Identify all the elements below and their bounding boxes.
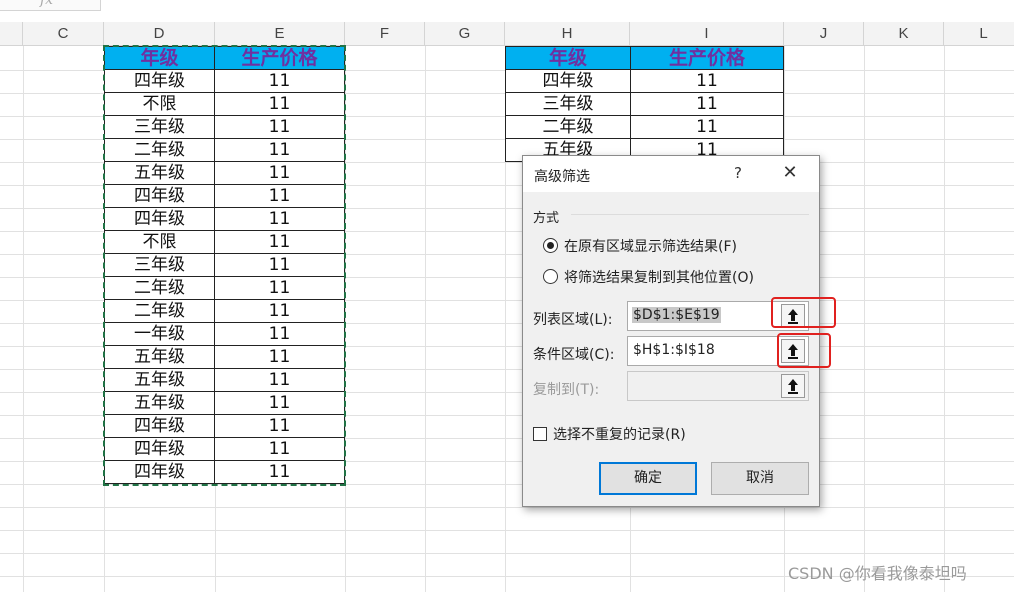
unique-records-label: 选择不重复的记录(R) <box>553 427 686 443</box>
list-price-cell[interactable]: 11 <box>214 368 345 392</box>
radio-unselected-icon[interactable] <box>543 269 558 284</box>
criteria-header-grade[interactable]: 年级 <box>505 46 631 70</box>
column-header-k[interactable]: K <box>864 22 944 46</box>
list-grade-cell[interactable]: 三年级 <box>104 115 215 139</box>
criteria-price-cell[interactable]: 11 <box>630 92 784 116</box>
list-grade-cell[interactable]: 五年级 <box>104 161 215 185</box>
list-price-cell[interactable]: 11 <box>214 460 345 484</box>
list-range-label: 列表区域(L): <box>533 312 613 328</box>
list-grade-cell[interactable]: 四年级 <box>104 437 215 461</box>
ok-button[interactable]: 确定 <box>599 462 697 495</box>
formula-bar: fx <box>0 0 1014 23</box>
option-copy-to-label: 将筛选结果复制到其他位置(O) <box>564 270 754 286</box>
copy-to-field[interactable] <box>627 371 809 401</box>
name-box[interactable]: fx <box>0 0 101 11</box>
list-price-cell[interactable]: 11 <box>214 184 345 208</box>
cancel-button[interactable]: 取消 <box>711 462 809 495</box>
list-price-cell[interactable]: 11 <box>214 345 345 369</box>
fx-icon[interactable]: fx <box>40 0 53 8</box>
list-price-cell[interactable]: 11 <box>214 69 345 93</box>
column-header-d[interactable]: D <box>104 22 215 46</box>
criteria-price-cell[interactable]: 11 <box>630 115 784 139</box>
advanced-filter-dialog: 高级筛选 ? ✕ 方式 在原有区域显示筛选结果(F) 将筛选结果复制到其他位置(… <box>522 155 820 507</box>
list-grade-cell[interactable]: 四年级 <box>104 207 215 231</box>
list-grade-cell[interactable]: 四年级 <box>104 69 215 93</box>
list-price-cell[interactable]: 11 <box>214 115 345 139</box>
option-filter-in-place-label: 在原有区域显示筛选结果(F) <box>564 239 737 255</box>
gridline-horizontal <box>0 553 1014 554</box>
list-price-cell[interactable]: 11 <box>214 437 345 461</box>
column-header-h[interactable]: H <box>505 22 630 46</box>
gridline-vertical <box>864 46 865 592</box>
list-price-cell[interactable]: 11 <box>214 299 345 323</box>
dialog-title-bar[interactable]: 高级筛选 ? ✕ <box>523 156 819 192</box>
list-price-cell[interactable]: 11 <box>214 322 345 346</box>
criteria-header-price[interactable]: 生产价格 <box>630 46 784 70</box>
group-divider <box>571 214 809 215</box>
criteria-grade-cell[interactable]: 二年级 <box>505 115 631 139</box>
column-header-blank <box>0 22 23 46</box>
list-grade-cell[interactable]: 五年级 <box>104 345 215 369</box>
option-filter-in-place[interactable]: 在原有区域显示筛选结果(F) <box>543 236 737 256</box>
list-grade-cell[interactable]: 二年级 <box>104 138 215 162</box>
gridline-vertical <box>944 46 945 592</box>
list-grade-cell[interactable]: 不限 <box>104 230 215 254</box>
column-header-i[interactable]: I <box>630 22 784 46</box>
column-header-f[interactable]: F <box>345 22 425 46</box>
list-grade-cell[interactable]: 四年级 <box>104 184 215 208</box>
list-price-cell[interactable]: 11 <box>214 138 345 162</box>
list-header-price[interactable]: 生产价格 <box>214 46 345 70</box>
gridline-vertical <box>425 46 426 592</box>
list-price-cell[interactable]: 11 <box>214 414 345 438</box>
criteria-range-value: $H$1:$I$18 <box>633 342 715 358</box>
list-grade-cell[interactable]: 四年级 <box>104 414 215 438</box>
list-price-cell[interactable]: 11 <box>214 391 345 415</box>
list-price-cell[interactable]: 11 <box>214 230 345 254</box>
list-grade-cell[interactable]: 四年级 <box>104 460 215 484</box>
list-price-cell[interactable]: 11 <box>214 161 345 185</box>
list-price-cell[interactable]: 11 <box>214 207 345 231</box>
highlight-box-criteria-range <box>777 333 831 368</box>
list-grade-cell[interactable]: 三年级 <box>104 253 215 277</box>
close-icon[interactable]: ✕ <box>779 162 801 183</box>
unique-records-option[interactable]: 选择不重复的记录(R) <box>533 424 686 444</box>
list-price-cell[interactable]: 11 <box>214 276 345 300</box>
dialog-title: 高级筛选 <box>534 169 590 185</box>
list-range-value: $D$1:$E$19 <box>632 307 721 323</box>
list-grade-cell[interactable]: 一年级 <box>104 322 215 346</box>
column-header-j[interactable]: J <box>784 22 864 46</box>
option-copy-to[interactable]: 将筛选结果复制到其他位置(O) <box>543 267 754 287</box>
column-header-g[interactable]: G <box>425 22 505 46</box>
gridline-horizontal <box>0 507 1014 508</box>
list-price-cell[interactable]: 11 <box>214 92 345 116</box>
copy-to-label: 复制到(T): <box>533 382 600 398</box>
list-grade-cell[interactable]: 二年级 <box>104 299 215 323</box>
list-header-grade[interactable]: 年级 <box>104 46 215 70</box>
copy-to-collapse-button[interactable] <box>781 374 805 398</box>
watermark: CSDN @你看我像泰坦吗 <box>788 564 967 583</box>
method-group-label: 方式 <box>533 211 560 226</box>
list-grade-cell[interactable]: 五年级 <box>104 391 215 415</box>
gridline-horizontal <box>0 484 1014 485</box>
list-price-cell[interactable]: 11 <box>214 253 345 277</box>
column-header-l[interactable]: L <box>944 22 1014 46</box>
list-grade-cell[interactable]: 五年级 <box>104 368 215 392</box>
gridline-vertical <box>345 46 346 592</box>
criteria-grade-cell[interactable]: 四年级 <box>505 69 631 93</box>
criteria-grade-cell[interactable]: 三年级 <box>505 92 631 116</box>
list-grade-cell[interactable]: 二年级 <box>104 276 215 300</box>
column-header-c[interactable]: C <box>23 22 104 46</box>
help-icon[interactable]: ? <box>728 164 748 182</box>
highlight-box-list-range <box>771 297 836 328</box>
range-select-arrow-icon <box>788 379 798 394</box>
column-header-e[interactable]: E <box>215 22 345 46</box>
criteria-price-cell[interactable]: 11 <box>630 69 784 93</box>
unique-records-checkbox[interactable] <box>533 427 547 441</box>
radio-selected-icon[interactable] <box>543 238 558 253</box>
criteria-range-label: 条件区域(C): <box>533 347 615 363</box>
list-grade-cell[interactable]: 不限 <box>104 92 215 116</box>
gridline-vertical <box>23 46 24 592</box>
gridline-horizontal <box>0 530 1014 531</box>
